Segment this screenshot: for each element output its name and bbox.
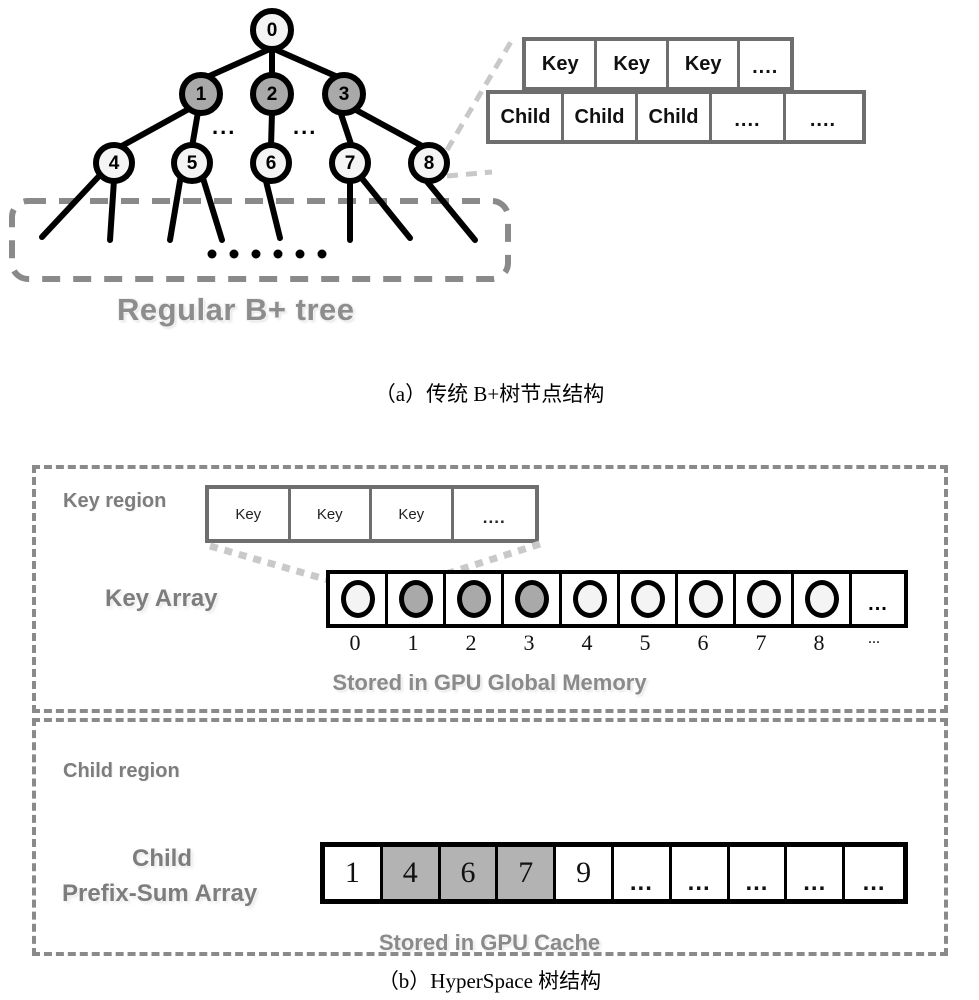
- key-array-cell: [504, 574, 562, 624]
- key-array-cell: [678, 574, 736, 624]
- child-region-storage-label: Stored in GPU Cache: [378, 930, 601, 955]
- key-array-slot-icon: [746, 580, 781, 618]
- key-array-slot-icon: [340, 580, 375, 618]
- node-key-cell: Key: [597, 41, 669, 87]
- prefix-sum-cell: 4: [382, 847, 441, 899]
- key-array-cell-ellipsis: ...: [852, 574, 904, 624]
- key-region-cell: Key: [290, 489, 372, 539]
- tree-node-1: [179, 72, 223, 116]
- key-array-index-row: 0 1 2 3 4 5 6 7 8 ...: [326, 630, 908, 656]
- key-array-index: 6: [697, 630, 709, 655]
- tree-nodes: [93, 8, 450, 184]
- child-prefix-sum-array-label-line2: Prefix-Sum Array: [62, 880, 258, 907]
- node-key-cell: Key: [526, 41, 598, 87]
- prefix-sum-cell: 7: [498, 847, 557, 899]
- leaf-ellipsis-dots: [207, 249, 327, 259]
- key-array-slot-icon: [688, 580, 723, 618]
- key-array-slot-icon: [804, 580, 839, 618]
- node-key-row: Key Key Key ....: [522, 37, 794, 91]
- key-region-cell: Key: [209, 489, 291, 539]
- tree-node-6: [250, 142, 292, 184]
- caption-panel-b: （b）HyperSpace 树结构: [377, 969, 602, 993]
- tree-node-8: [408, 142, 450, 184]
- key-array-index: 7: [755, 630, 767, 655]
- tree-node-7: [329, 142, 371, 184]
- node-child-cell: Child: [490, 94, 564, 140]
- tree-node-5: [171, 142, 213, 184]
- key-region-cell-ellipsis: ....: [453, 489, 535, 539]
- panel-a-regular-btree: 0 1 2 3 4 5 6 7 8 ... ... Regular B+ tre…: [0, 0, 979, 420]
- key-array-index: 2: [465, 630, 477, 655]
- child-prefix-sum-array: 1 4 6 7 9 ... ... ... ... ...: [320, 842, 908, 904]
- key-array-index: 0: [349, 630, 361, 655]
- key-array-index: 1: [407, 630, 419, 655]
- node-child-cell: Child: [638, 94, 712, 140]
- key-array-index: 4: [581, 630, 593, 655]
- key-array-index-ellipsis: ...: [868, 630, 880, 647]
- key-region-storage-label: Stored in GPU Global Memory: [332, 670, 647, 695]
- node-child-cell-ellipsis: ....: [712, 94, 786, 140]
- key-array-slot-icon: [456, 580, 491, 618]
- regular-btree-title: Regular B+ tree: [117, 292, 355, 327]
- sibling-ellipsis-left: ...: [212, 114, 237, 139]
- key-array-cell: [446, 574, 504, 624]
- key-array-index: 3: [523, 630, 535, 655]
- key-array-cell: [736, 574, 794, 624]
- tree-node-2: [250, 72, 294, 116]
- prefix-sum-cell-ellipsis: ...: [613, 847, 672, 899]
- prefix-sum-cell-ellipsis: ...: [671, 847, 730, 899]
- key-array-cell: [562, 574, 620, 624]
- prefix-sum-cell: 9: [556, 847, 614, 899]
- caption-panel-a: （a）传统 B+树节点结构: [374, 382, 605, 406]
- tree-node-3: [322, 72, 366, 116]
- key-array-label: Key Array: [105, 585, 218, 612]
- node-key-cell-ellipsis: ....: [740, 41, 791, 87]
- child-prefix-sum-array-label-line1: Child: [132, 845, 192, 872]
- panel-b-hyperspace-tree: Key region Key Key Key .... Key Array ..…: [0, 430, 979, 1000]
- key-array-slot-icon: [630, 580, 665, 618]
- prefix-sum-cell-ellipsis: ...: [729, 847, 788, 899]
- key-array-index: 8: [813, 630, 825, 655]
- prefix-sum-cell: 6: [440, 847, 499, 899]
- child-region-label: Child region: [63, 760, 180, 782]
- node-key-cell: Key: [668, 41, 741, 87]
- key-region-strip: Key Key Key ....: [205, 485, 539, 543]
- child-region-dashed-box: [32, 718, 948, 956]
- prefix-sum-cell-ellipsis: ...: [787, 847, 846, 899]
- tree-node-0: [250, 8, 294, 52]
- key-array-cell: [794, 574, 852, 624]
- tree-node-4: [93, 142, 135, 184]
- sibling-ellipsis-right: ...: [293, 114, 318, 139]
- key-array-cell: [388, 574, 446, 624]
- node-child-cell-ellipsis: ....: [786, 94, 860, 140]
- key-array-slot-icon: [572, 580, 607, 618]
- key-array-slot-icon: [398, 580, 433, 618]
- tree-graphic: [9, 8, 515, 282]
- node-child-row: Child Child Child .... ....: [486, 90, 866, 144]
- node-child-cell: Child: [564, 94, 638, 140]
- key-array-index: 5: [639, 630, 651, 655]
- key-array-cell: [620, 574, 678, 624]
- leaf-region-dashed-box: [9, 198, 511, 282]
- key-array-slot-icon: [514, 580, 549, 618]
- key-region-cell: Key: [372, 489, 454, 539]
- key-region-label: Key region: [63, 490, 167, 512]
- figure-root: 0 1 2 3 4 5 6 7 8 ... ... Regular B+ tre…: [0, 0, 979, 1000]
- prefix-sum-cell-ellipsis: ...: [845, 847, 903, 899]
- prefix-sum-cell: 1: [325, 847, 383, 899]
- key-array: ...: [326, 570, 908, 628]
- key-array-cell: [330, 574, 388, 624]
